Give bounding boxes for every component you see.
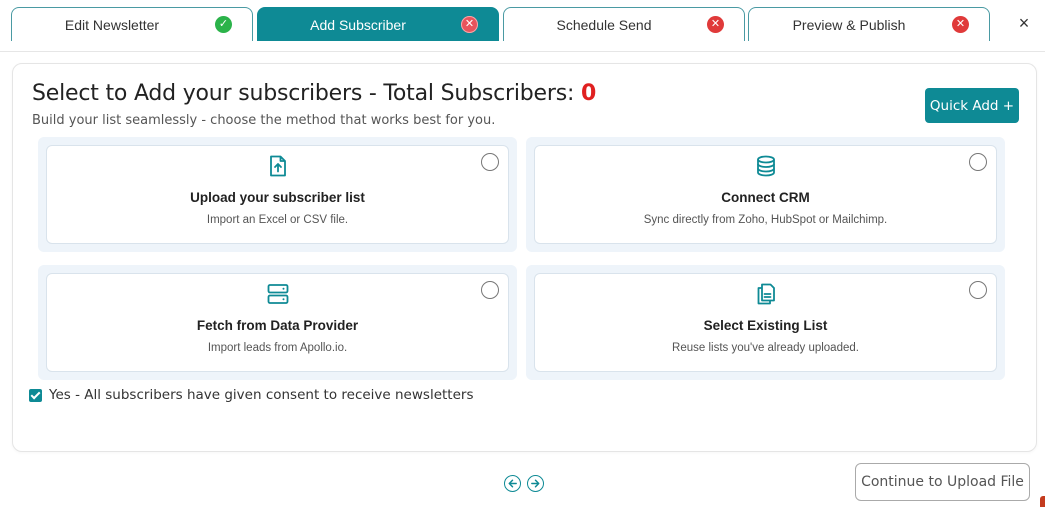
database-icon: [756, 155, 775, 177]
consent-checkbox[interactable]: [29, 389, 42, 402]
corner-indicator: [1040, 496, 1045, 507]
option-radio[interactable]: [481, 153, 499, 171]
continue-button[interactable]: Continue to Upload File: [855, 463, 1030, 501]
quick-add-button[interactable]: Quick Add +: [925, 88, 1019, 123]
option-title: Select Existing List: [703, 318, 828, 333]
arrow-left-icon[interactable]: [504, 475, 521, 492]
option-description: Import an Excel or CSV file.: [206, 214, 349, 226]
option-crm-wrapper: Connect CRM Sync directly from Zoho, Hub…: [526, 137, 1005, 252]
option-description: Reuse lists you've already uploaded.: [672, 342, 859, 354]
option-radio[interactable]: [481, 281, 499, 299]
document-list-icon: [757, 283, 775, 305]
arrow-right-icon[interactable]: [527, 475, 544, 492]
carousel-nav: [504, 475, 546, 493]
server-icon: [267, 284, 288, 304]
page-subtitle: Build your list seamlessly - choose the …: [32, 113, 496, 128]
file-upload-icon: [269, 155, 286, 177]
add-subscriber-panel: Select to Add your subscribers - Total S…: [12, 63, 1037, 452]
option-provider-wrapper: Fetch from Data Provider Import leads fr…: [38, 265, 517, 380]
tab-edit-newsletter[interactable]: Edit Newsletter ✓: [11, 7, 253, 41]
option-connect-crm[interactable]: Connect CRM Sync directly from Zoho, Hub…: [534, 145, 997, 244]
option-select-existing-list[interactable]: Select Existing List Reuse lists you've …: [534, 273, 997, 372]
option-existing-wrapper: Select Existing List Reuse lists you've …: [526, 265, 1005, 380]
option-upload-list[interactable]: Upload your subscriber list Import an Ex…: [46, 145, 509, 244]
page-title: Select to Add your subscribers - Total S…: [32, 81, 596, 106]
x-icon: ✕: [461, 16, 478, 33]
tab-label: Schedule Send: [556, 17, 652, 33]
option-radio[interactable]: [969, 153, 987, 171]
consent-label: Yes - All subscribers have given consent…: [49, 387, 474, 403]
tab-label: Edit Newsletter: [64, 17, 160, 33]
option-description: Sync directly from Zoho, HubSpot or Mail…: [643, 214, 888, 226]
tab-label: Preview & Publish: [792, 17, 906, 33]
option-title: Fetch from Data Provider: [196, 318, 359, 333]
step-tab-bar: Edit Newsletter ✓ Add Subscriber ✕ Sched…: [0, 0, 1045, 52]
close-icon[interactable]: ×: [1014, 13, 1034, 34]
option-upload-wrapper: Upload your subscriber list Import an Ex…: [38, 137, 517, 252]
option-title: Connect CRM: [721, 190, 810, 205]
tab-label: Add Subscriber: [310, 17, 406, 33]
check-icon: ✓: [215, 16, 232, 33]
subscriber-count: 0: [580, 81, 597, 106]
tab-add-subscriber[interactable]: Add Subscriber ✕: [257, 7, 499, 41]
title-text: Select to Add your subscribers - Total S…: [32, 81, 581, 106]
tab-preview-publish[interactable]: Preview & Publish ✕: [748, 7, 990, 41]
x-icon: ✕: [952, 16, 969, 33]
x-icon: ✕: [707, 16, 724, 33]
option-fetch-data-provider[interactable]: Fetch from Data Provider Import leads fr…: [46, 273, 509, 372]
option-title: Upload your subscriber list: [190, 190, 365, 205]
tab-schedule-send[interactable]: Schedule Send ✕: [503, 7, 745, 41]
option-description: Import leads from Apollo.io.: [207, 342, 348, 354]
option-radio[interactable]: [969, 281, 987, 299]
